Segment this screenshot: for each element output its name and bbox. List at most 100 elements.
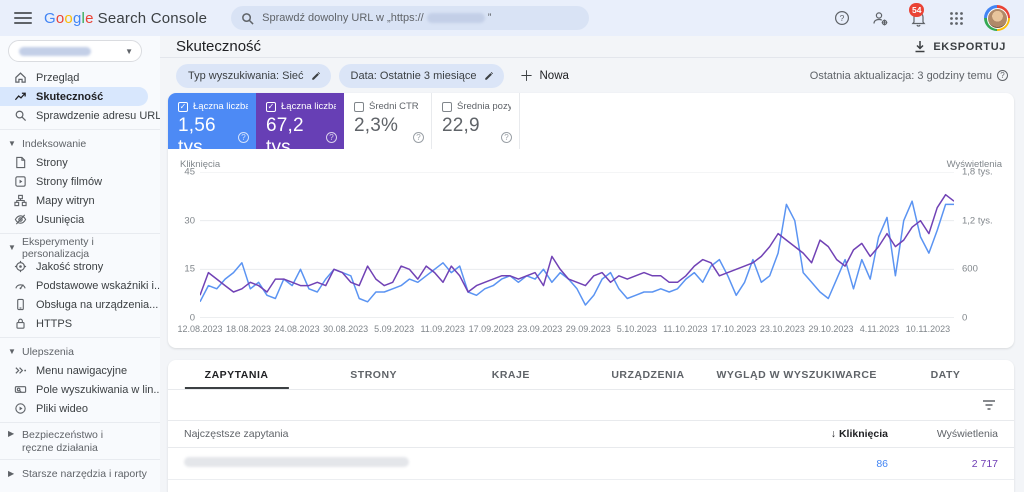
info-icon[interactable]: [997, 70, 1008, 82]
avatar[interactable]: [984, 5, 1010, 31]
search-placeholder: Sprawdź dowolny URL w „https:// ”: [262, 12, 492, 24]
chevron-down-icon: ▼: [8, 243, 16, 252]
tab-strony[interactable]: STRONY: [305, 360, 442, 389]
notifications-icon[interactable]: 54: [908, 3, 928, 28]
performance-chart: Kliknięcia Wyświetlenia 0 15 30 45 0 600 1,2 …: [168, 149, 1014, 348]
table-header: Najczęstsze zapytania ↓ Kliknięcia Wyświ…: [168, 420, 1014, 449]
dimensions-card: ZAPYTANIA STRONY KRAJE URZĄDZENIA WYGLĄD…: [168, 360, 1014, 492]
home-icon: [15, 72, 26, 83]
sidebar-item-sprawdzenie-url[interactable]: Sprawdzenie adresu URL: [0, 106, 160, 125]
sidebar-item-https[interactable]: HTTPS: [0, 314, 160, 333]
divider: [0, 459, 160, 461]
tab-zapytania[interactable]: ZAPYTANIA: [168, 360, 305, 389]
tab-wyglad[interactable]: WYGLĄD W WYSZUKIWARCE: [717, 360, 877, 389]
filter-chip-search-type[interactable]: Typ wyszukiwania: Sieć: [176, 63, 331, 88]
tab-kraje[interactable]: KRAJE: [442, 360, 579, 389]
url-inspection-input[interactable]: Sprawdź dowolny URL w „https:// ”: [231, 6, 590, 30]
chevron-down-icon: ▼: [8, 139, 16, 148]
info-icon[interactable]: [326, 132, 337, 144]
user-settings-icon[interactable]: [870, 8, 890, 28]
svg-text:?: ?: [840, 13, 845, 23]
sidebar-item-usuniecia[interactable]: Usunięcia: [0, 210, 160, 229]
section-eksperymenty[interactable]: ▼ Eksperymenty i personalizacja: [0, 236, 160, 260]
metric-tile-impressions[interactable]: Łączna liczba wy... 67,2 tys.: [256, 93, 344, 158]
sidebar-item-pole-wyszukiwania[interactable]: Pole wyszukiwania w lin...: [0, 380, 160, 399]
row-clicks-value: 86: [876, 457, 888, 470]
info-icon[interactable]: [238, 132, 249, 144]
divider: [0, 233, 160, 234]
sidebar-item-mapy-witryn[interactable]: Mapy witryn: [0, 191, 160, 210]
metric-tile-position[interactable]: Średnia pozycja 22,9: [432, 93, 520, 150]
metric-value-ctr: 2,3%: [354, 115, 399, 137]
checkbox-checked-icon: [266, 101, 276, 112]
tab-daty[interactable]: DATY: [877, 360, 1014, 389]
metric-tile-clicks[interactable]: Łączna liczba klik... 1,56 tys.: [168, 93, 256, 158]
right-axis-ticks: 0 600 1,2 tys. 1,8 tys.: [962, 166, 993, 324]
sidebar: ▼ Przegląd Skuteczność Sprawdzenie adres…: [0, 36, 160, 492]
checkbox-checked-icon: [178, 101, 188, 112]
section-ulepszenia[interactable]: ▼ Ulepszenia: [0, 342, 160, 361]
blurred-domain: [426, 13, 485, 23]
magnifier-icon: [15, 110, 27, 122]
chevron-right-icon: ▶: [8, 429, 15, 438]
sidebar-item-strony-filmow[interactable]: Strony filmów: [0, 172, 160, 191]
divider: [0, 422, 160, 423]
pencil-icon: [484, 71, 493, 80]
sidebar-item-menu-nawigacyjne[interactable]: Menu nawigacyjne: [0, 361, 160, 380]
sitemap-icon: [14, 194, 27, 207]
metric-tile-ctr[interactable]: Średni CTR 2,3%: [344, 93, 432, 150]
chevron-down-icon: ▼: [8, 347, 16, 356]
checkbox-unchecked-icon: [354, 101, 364, 112]
left-axis-ticks: 0 15 30 45: [184, 166, 195, 324]
sidebar-item-jakosc-strony[interactable]: Jakość strony: [0, 257, 160, 276]
removals-icon: [14, 214, 27, 225]
query-column-header[interactable]: Najczęstsze zapytania: [184, 428, 778, 440]
main-content: Skuteczność EKSPORTUJ Typ wyszukiwania: …: [160, 36, 1024, 492]
menu-icon[interactable]: [14, 12, 32, 24]
section-indeksowanie[interactable]: ▼ Indeksowanie: [0, 134, 160, 153]
filter-chip-date[interactable]: Data: Ostatnie 3 miesiące: [338, 63, 504, 88]
help-icon[interactable]: ?: [832, 8, 852, 28]
performance-icon: [14, 92, 26, 101]
sidebar-item-mobile-usability[interactable]: Obsługa na urządzenia...: [0, 295, 160, 314]
info-icon[interactable]: [413, 132, 424, 144]
blurred-query-text: [184, 457, 409, 468]
dimension-tabs: ZAPYTANIA STRONY KRAJE URZĄDZENIA WYGLĄD…: [168, 360, 1014, 391]
chevron-down-icon: ▼: [125, 46, 133, 56]
clicks-column-header[interactable]: ↓ Kliknięcia: [778, 428, 888, 440]
breadcrumb-icon: [15, 367, 27, 374]
export-button[interactable]: EKSPORTUJ: [914, 40, 1006, 53]
sidebar-item-core-web-vitals[interactable]: Podstawowe wskaźniki i...: [0, 276, 160, 295]
video-icon: [15, 403, 26, 414]
sitelinks-searchbox-icon: [14, 386, 27, 393]
chart-plot-area: [200, 172, 954, 319]
tab-urzadzenia[interactable]: URZĄDZENIA: [579, 360, 716, 389]
sidebar-item-przeglad[interactable]: Przegląd: [0, 68, 160, 87]
impressions-column-header[interactable]: Wyświetlenia: [888, 428, 998, 440]
sidebar-item-pliki-wideo[interactable]: Pliki wideo: [0, 399, 160, 418]
video-page-icon: [15, 176, 26, 187]
blurred-property-name: [19, 46, 91, 56]
search-icon: [242, 12, 254, 25]
new-filter-button[interactable]: ＋ Nowa: [520, 66, 569, 86]
download-icon: [915, 41, 925, 53]
chevron-right-icon: ▶: [8, 469, 15, 479]
page-title: Skuteczność: [176, 38, 262, 56]
filter-list-icon[interactable]: [982, 399, 996, 411]
topbar: Google Search Console Sprawdź dowolny URL…: [0, 0, 1024, 36]
property-selector[interactable]: ▼: [8, 40, 142, 62]
checkbox-unchecked-icon: [442, 101, 452, 112]
apps-grid-icon[interactable]: [946, 8, 966, 28]
table-row[interactable]: 86 2 717: [168, 448, 1014, 481]
pencil-icon: [311, 71, 320, 80]
app-logo[interactable]: Google Search Console: [44, 10, 207, 27]
plus-icon: ＋: [519, 67, 534, 84]
section-starsze-narzedzia[interactable]: ▶ Starsze narzędzia i raporty: [0, 464, 160, 483]
page-quality-icon: [14, 260, 27, 273]
divider: [0, 129, 160, 130]
info-icon[interactable]: [501, 132, 512, 144]
lock-icon: [16, 318, 25, 329]
sidebar-item-skutecznosc[interactable]: Skuteczność: [0, 87, 148, 106]
sidebar-item-strony[interactable]: Strony: [0, 153, 160, 172]
section-bezpieczenstwo[interactable]: ▶ Bezpieczeństwo i ręczne działania: [0, 427, 160, 455]
